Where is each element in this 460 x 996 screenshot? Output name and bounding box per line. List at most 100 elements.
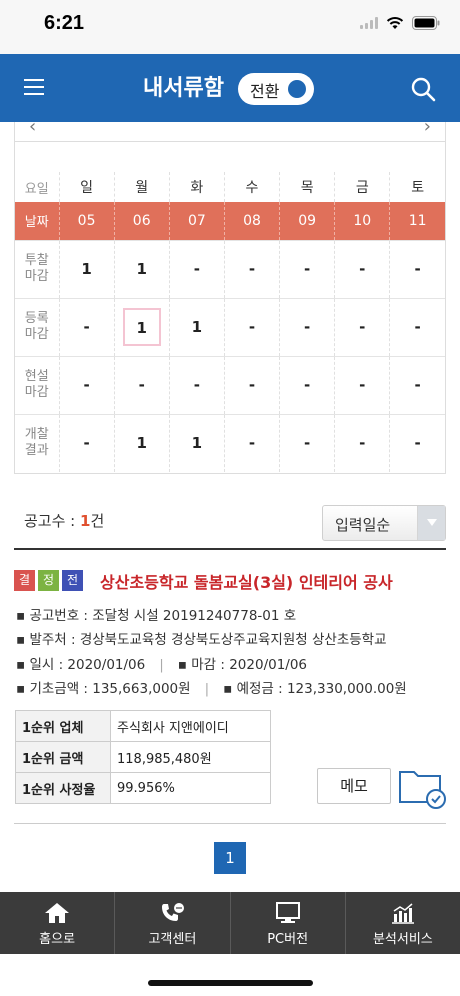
count-cell: - (389, 355, 445, 414)
home-indicator (148, 980, 313, 986)
count-cell: - (279, 239, 335, 298)
notice-count: 공고수 : 1건 (24, 510, 104, 531)
day-cell: 토 (389, 172, 445, 202)
status-badge: 전 (62, 570, 83, 591)
notice-deadline: ▪ 마감 : 2020/01/06 (177, 657, 308, 673)
weekly-calendar: ‹ › 요일 일 월 화 수 목 금 토 날짜 05 06 07 08 09 1… (14, 116, 446, 474)
date-cell[interactable]: 05 (58, 202, 115, 240)
selected-cell-box[interactable]: 1 (122, 308, 161, 346)
estimated-price: ▪ 예정금 : 123,330,000.00원 (223, 681, 407, 697)
home-icon (45, 903, 70, 923)
count-cell[interactable]: 1 (113, 413, 170, 472)
company-label: 1순위 업체 (15, 710, 111, 742)
battery-icon (412, 16, 440, 30)
count-cell: - (58, 297, 115, 356)
status-badges: 결 정 전 (14, 570, 83, 591)
orderer: ▪ 발주처 : 경상북도교육청 경상북도상주교육지원청 상산초등학교 (16, 632, 387, 648)
count-cell: - (389, 239, 445, 298)
tab-label: 고객센터 (148, 932, 197, 947)
wifi-icon (386, 17, 404, 29)
notice-date: ▪ 일시 : 2020/01/06 (16, 657, 146, 673)
day-cell: 월 (113, 172, 170, 202)
count-cell: - (58, 355, 115, 414)
sort-select[interactable]: 입력일순 (322, 505, 446, 541)
date-cell[interactable]: 07 (168, 202, 225, 240)
day-header-label: 요일 (24, 181, 49, 197)
count-cell: - (389, 297, 445, 356)
count-unit: 건 (90, 512, 105, 530)
notice-title-link[interactable]: 상산초등학교 돌봄교실(3실) 인테리어 공사 (100, 569, 393, 593)
count-cell: - (279, 355, 335, 414)
cellular-signal-icon (360, 17, 378, 29)
base-amount: ▪ 기초금액 : 135,663,000원 (16, 681, 191, 697)
calendar-nav: ‹ › (15, 116, 445, 142)
day-cell: 수 (223, 172, 280, 202)
count-cell: - (223, 297, 280, 356)
count-cell[interactable]: 1 (113, 239, 170, 298)
count-cell: - (223, 355, 280, 414)
day-cell: 일 (58, 172, 115, 202)
tab-pc-version[interactable]: PC버전 (229, 892, 345, 954)
rate-value: 99.956% (110, 772, 271, 804)
bid-number: ▪ 공고번호 : 조달청 시설 20191240778-01 호 (16, 608, 297, 624)
day-cell: 금 (334, 172, 390, 202)
count-cell: - (334, 239, 390, 298)
bottom-tab-bar: 홈으로 고객센터 PC버전 분석서비스 (0, 892, 460, 954)
folder-check-icon[interactable] (398, 766, 448, 810)
count-cell: - (223, 413, 280, 472)
tab-analysis[interactable]: 분석서비스 (344, 892, 460, 954)
prev-week-icon[interactable]: ‹ (29, 116, 36, 137)
company-value: 주식회사 지앤에이디 (110, 710, 271, 742)
app-header: 내서류함 전환 (0, 54, 460, 122)
menu-icon[interactable] (24, 79, 46, 97)
count-cell[interactable]: 1 (168, 413, 225, 472)
count-cell: - (334, 297, 390, 356)
amount-row: ▪ 기초금액 : 135,663,000원 | ▪ 예정금 : 123,330,00… (16, 677, 407, 697)
monitor-icon (275, 902, 300, 923)
date-cell[interactable]: 10 (334, 202, 390, 240)
divider (14, 548, 446, 550)
count-cell[interactable]: 1 (58, 239, 115, 298)
count-cell[interactable]: 1 (168, 297, 225, 356)
date-cell[interactable]: 09 (279, 202, 335, 240)
row-label: 투찰 마감 (15, 239, 59, 298)
switch-toggle[interactable]: 전환 (238, 73, 314, 105)
status-time: 6:21 (44, 12, 85, 34)
amount-label: 1순위 금액 (15, 741, 111, 773)
tab-home[interactable]: 홈으로 (0, 892, 114, 954)
toggle-label: 전환 (250, 82, 280, 101)
amount-value: 118,985,480원 (110, 741, 271, 773)
divider (14, 823, 446, 824)
calendar-table: 요일 일 월 화 수 목 금 토 날짜 05 06 07 08 09 10 11… (15, 172, 445, 472)
date-cell[interactable]: 08 (223, 202, 280, 240)
row-label: 등록 마감 (15, 297, 59, 356)
sort-selected-label: 입력일순 (335, 516, 391, 534)
table-row: 1순위 금액 118,985,480원 (15, 741, 271, 773)
date-cell[interactable]: 06 (113, 202, 170, 240)
next-week-icon[interactable]: › (424, 116, 431, 137)
calendar-row-bid-deadline: 투찰 마감 1 1 - - - - - (15, 239, 445, 298)
page-title: 내서류함 (143, 76, 224, 101)
calendar-row-opening-result: 개찰 결과 - 1 1 - - - - (15, 413, 445, 472)
day-cell: 목 (279, 172, 335, 202)
toggle-knob (288, 80, 306, 98)
tab-support[interactable]: 고객센터 (114, 892, 229, 954)
sort-dropdown-toggle[interactable] (417, 506, 445, 540)
count-cell: - (334, 355, 390, 414)
page-button-current[interactable]: 1 (214, 842, 246, 874)
memo-button[interactable]: 메모 (317, 768, 391, 804)
count-cell: - (113, 355, 170, 414)
count-cell-selected[interactable]: 1 (113, 297, 170, 356)
status-bar: 6:21 (0, 0, 460, 54)
separator: | (159, 657, 164, 673)
count-cell: - (334, 413, 390, 472)
count-cell: - (279, 413, 335, 472)
date-header-row: 날짜 05 06 07 08 09 10 11 (15, 202, 445, 240)
count-cell: - (168, 355, 225, 414)
day-header-row: 요일 일 월 화 수 목 금 토 (15, 172, 445, 202)
search-icon[interactable] (410, 76, 436, 102)
date-cell[interactable]: 11 (389, 202, 445, 240)
day-cell: 화 (168, 172, 225, 202)
tab-label: PC버전 (267, 932, 309, 947)
winner-table: 1순위 업체 주식회사 지앤에이디 1순위 금액 118,985,480원 1순… (15, 710, 271, 804)
